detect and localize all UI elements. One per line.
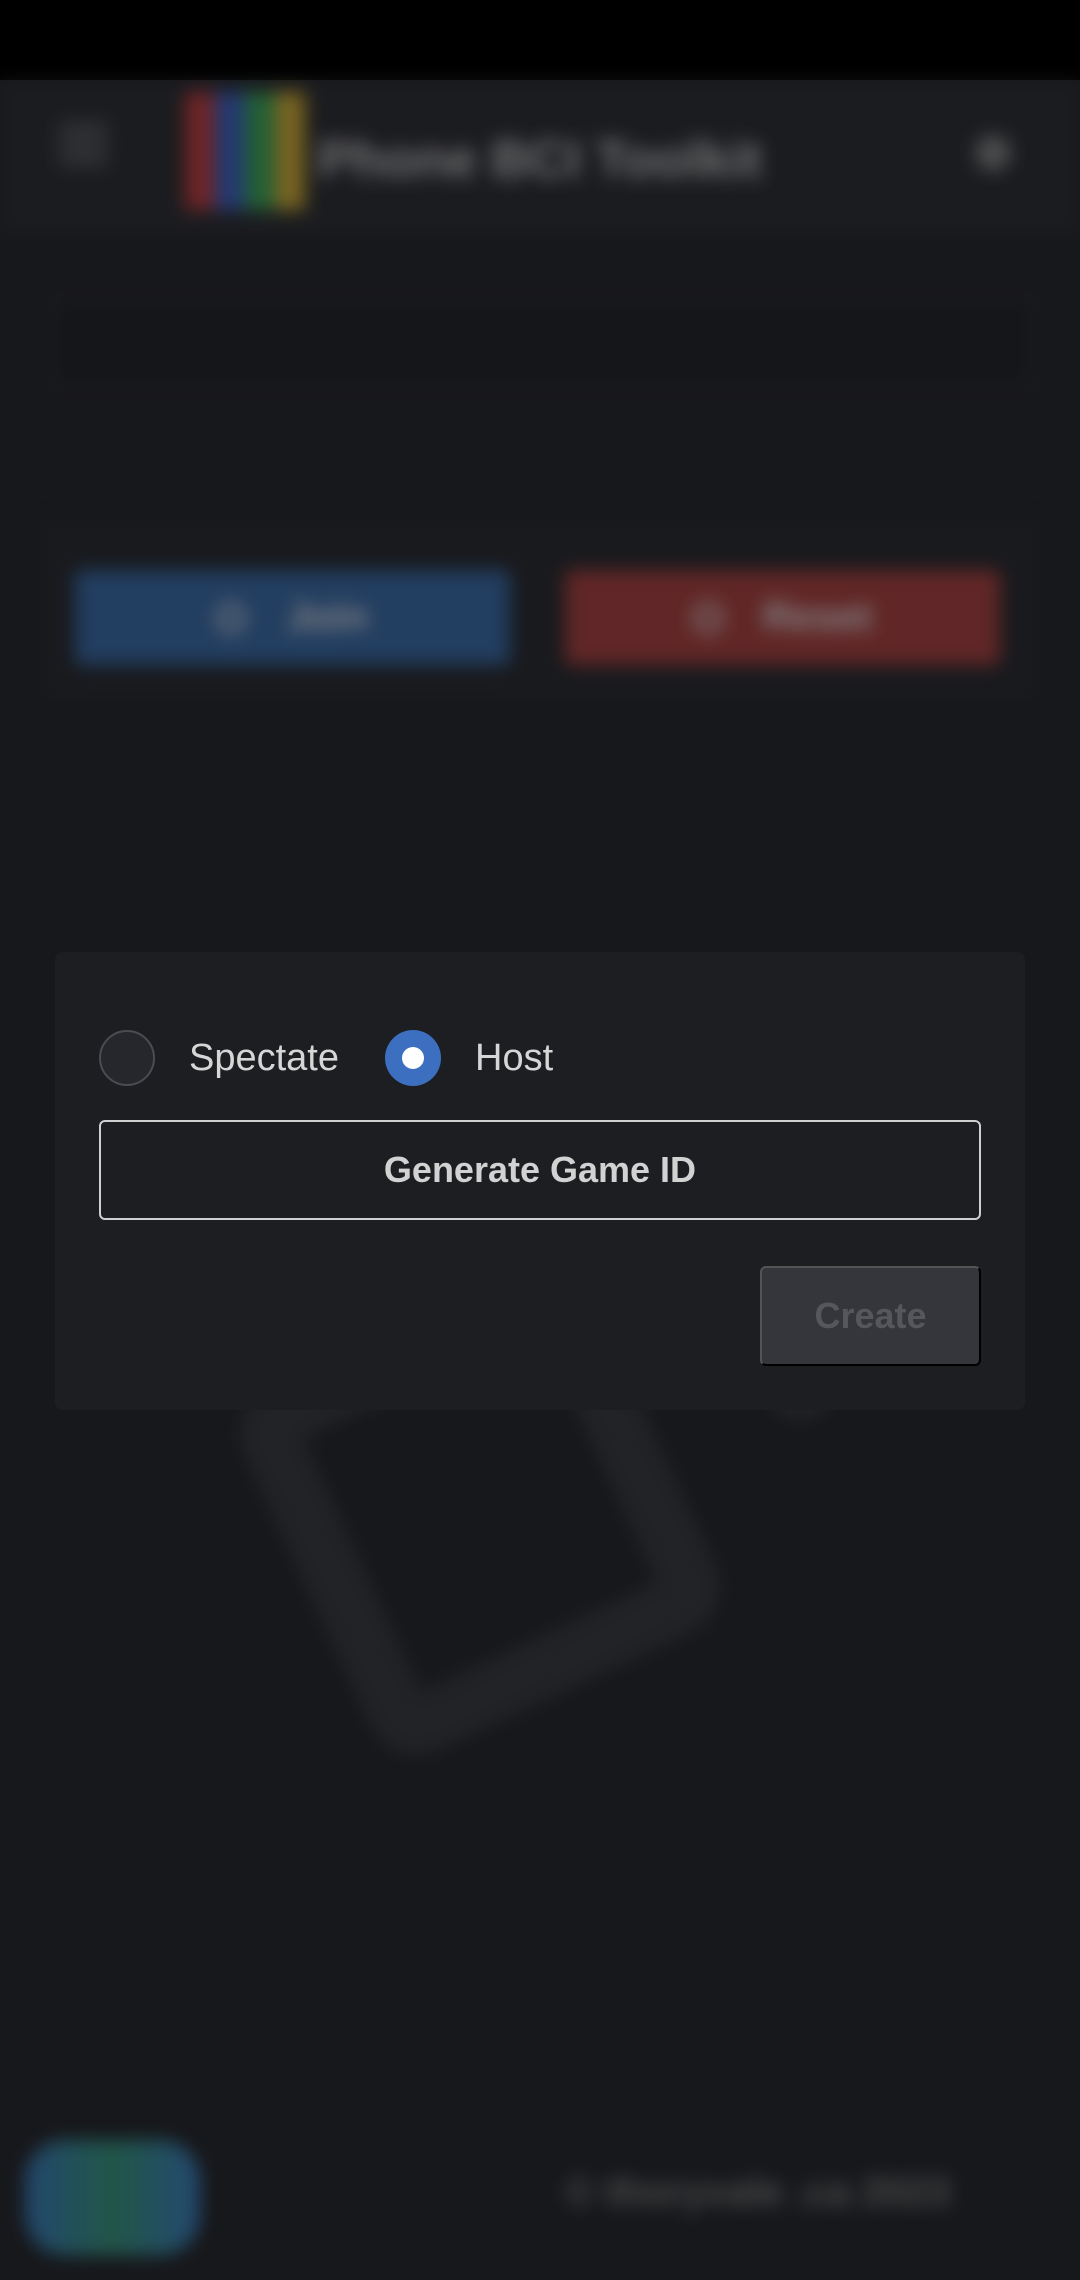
reset-label: Reset bbox=[763, 595, 872, 639]
create-button[interactable]: Create bbox=[760, 1266, 981, 1366]
top-app-bar: Phone BCI Toolkit bbox=[0, 80, 1080, 235]
reset-icon bbox=[693, 602, 724, 633]
menu-icon bbox=[58, 125, 108, 165]
app-title: Phone BCI Toolkit bbox=[318, 131, 762, 189]
footer-credit: © thoryvale .ca 2023 bbox=[565, 2170, 951, 2214]
mode-radio-group: Spectate Host bbox=[99, 1028, 599, 1088]
status-bar bbox=[0, 0, 1080, 80]
spectate-radio[interactable] bbox=[99, 1030, 155, 1086]
spectate-label[interactable]: Spectate bbox=[189, 1037, 339, 1080]
host-label[interactable]: Host bbox=[475, 1037, 553, 1080]
text-field bbox=[50, 295, 1036, 391]
footer-logo bbox=[25, 2140, 200, 2255]
reset-button: Reset bbox=[565, 570, 1000, 665]
join-button: Join bbox=[75, 570, 510, 665]
join-label: Join bbox=[286, 595, 369, 639]
host-radio[interactable] bbox=[385, 1030, 441, 1086]
join-icon bbox=[216, 602, 247, 633]
user-icon bbox=[975, 135, 1011, 171]
generate-game-id-button[interactable]: Generate Game ID bbox=[99, 1120, 981, 1220]
create-game-dialog: Spectate Host Generate Game ID Create bbox=[55, 952, 1025, 1410]
app-logo bbox=[185, 92, 305, 210]
radio-selected-dot bbox=[402, 1047, 424, 1069]
action-row: Join Reset bbox=[40, 520, 1040, 700]
